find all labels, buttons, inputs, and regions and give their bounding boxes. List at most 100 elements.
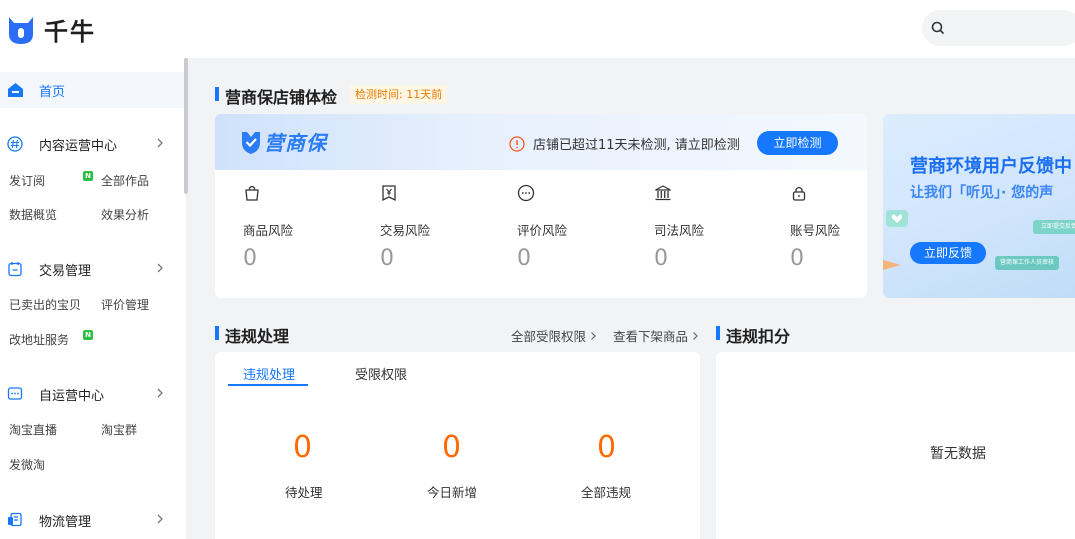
sidebar-group-label: 自运营中心	[39, 388, 105, 404]
warning-text: 店铺已超过11天未检测, 请立即检测	[533, 138, 740, 153]
new-badge: N	[83, 171, 93, 181]
feedback-promo-banner[interactable]: 营商环境用户反馈中 让我们「听见」· 您的声 立即反馈 立即提交反馈 营商保工作…	[883, 114, 1075, 298]
check-time-badge: 检测时间: 11天前	[350, 85, 448, 104]
chevron-right-icon	[591, 331, 596, 340]
sidebar-group-trade[interactable]: 交易管理	[0, 256, 184, 282]
stat-all-label: 全部违规	[581, 485, 632, 500]
sidebar-group-content[interactable]: 内容运营中心	[0, 131, 184, 157]
chevron-right-icon	[157, 514, 163, 524]
sidebar-item-home[interactable]: 首页	[0, 72, 184, 108]
link-label: 查看下架商品	[613, 329, 689, 344]
stat-today-label: 今日新增	[427, 485, 478, 500]
sidebar-item-effect-analysis[interactable]: 效果分析	[101, 206, 149, 223]
ysb-brand-logo: 营商保	[240, 127, 327, 156]
sidebar-item-reviews[interactable]: 评价管理	[101, 296, 149, 313]
shop-check-card: 营商保 店铺已超过11天未检测, 请立即检测 立即检测 商品风险 0 交易风险 …	[215, 114, 867, 298]
section-marker	[215, 326, 219, 340]
bull-logo-icon	[9, 16, 33, 44]
comment-icon	[517, 184, 535, 202]
risk-label: 评价风险	[517, 223, 568, 238]
sidebar-group-label: 内容运营中心	[39, 138, 118, 154]
chevron-right-icon	[693, 331, 698, 340]
link-label: 全部受限权限	[511, 329, 587, 344]
sidebar-group-self-ops[interactable]: 自运营中心	[0, 381, 184, 407]
check-now-button[interactable]: 立即检测	[757, 131, 838, 155]
deduction-card	[716, 352, 1075, 539]
hash-icon	[7, 136, 23, 152]
clipboard-icon	[8, 262, 22, 277]
top-header: 千牛	[0, 0, 1075, 58]
link-all-restricted[interactable]: 全部受限权限	[511, 326, 597, 345]
chevron-right-icon	[157, 138, 163, 148]
promo-tag: 营商保工作人员审核	[995, 256, 1059, 270]
risk-label: 交易风险	[380, 223, 431, 238]
stat-pending-label: 待处理	[285, 485, 323, 500]
risk-value: 0	[517, 246, 531, 271]
risk-label: 商品风险	[243, 223, 294, 238]
app-name: 千牛	[44, 18, 96, 46]
qianniu-logo[interactable]: 千牛	[6, 12, 96, 47]
chevron-right-icon	[157, 388, 163, 398]
chevron-right-icon	[157, 263, 163, 273]
sidebar-group-logistics[interactable]: 物流管理	[0, 507, 184, 533]
sidebar-item-weitao[interactable]: 发微淘	[9, 456, 45, 473]
risk-review[interactable]: 评价风险 0	[517, 184, 597, 271]
yen-receipt-icon	[382, 185, 396, 202]
section-marker	[215, 87, 219, 101]
heart-bubble-icon	[886, 210, 908, 227]
stat-today-value[interactable]: 0	[442, 430, 461, 465]
sidebar-group-label: 交易管理	[39, 263, 92, 279]
tab-restricted[interactable]: 受限权限	[355, 364, 407, 383]
sidebar-item-all-works[interactable]: 全部作品	[101, 172, 149, 189]
active-tab-indicator	[228, 384, 308, 386]
risk-label: 司法风险	[654, 223, 705, 238]
sidebar-scrollbar[interactable]	[184, 58, 188, 194]
risk-value: 0	[380, 246, 394, 271]
empty-state-text: 暂无数据	[930, 446, 986, 462]
promo-tag: 立即提交反馈	[1033, 220, 1075, 234]
risk-value: 0	[790, 246, 804, 271]
tab-violations[interactable]: 违规处理	[243, 364, 295, 383]
shop-check-title: 营商保店铺体检	[225, 88, 338, 107]
risk-value: 0	[654, 246, 668, 271]
risk-account[interactable]: 账号风险 0	[790, 184, 870, 271]
violations-title: 违规处理	[225, 327, 290, 346]
search-input[interactable]	[922, 10, 1075, 46]
truck-icon	[8, 512, 22, 527]
shop-check-banner: 营商保 店铺已超过11天未检测, 请立即检测 立即检测	[215, 114, 867, 170]
bag-icon	[245, 185, 259, 201]
risk-trade[interactable]: 交易风险 0	[380, 184, 460, 271]
triangle-deco-icon	[883, 260, 901, 270]
chat-icon	[7, 387, 23, 400]
promo-subtitle: 让我们「听见」· 您的声	[910, 185, 1054, 201]
deduction-title: 违规扣分	[726, 327, 791, 346]
alert-circle-icon	[509, 135, 525, 152]
home-icon	[8, 83, 23, 97]
sidebar-item-data-overview[interactable]: 数据概览	[9, 206, 57, 223]
new-badge: N	[83, 330, 93, 340]
sidebar-item-taobao-live[interactable]: 淘宝直播	[9, 421, 57, 438]
court-icon	[655, 185, 671, 201]
ysb-brand-name: 营商保	[264, 131, 327, 155]
sidebar-group-label: 物流管理	[39, 514, 92, 530]
sidebar-home-label: 首页	[39, 84, 66, 100]
check-warning: 店铺已超过11天未检测, 请立即检测	[509, 134, 740, 153]
risk-value: 0	[243, 246, 257, 271]
section-marker	[716, 326, 720, 340]
search-icon	[931, 21, 945, 35]
feedback-now-button[interactable]: 立即反馈	[910, 242, 986, 264]
link-removed-items[interactable]: 查看下架商品	[613, 326, 699, 345]
sidebar-item-taobao-group[interactable]: 淘宝群	[101, 421, 137, 438]
lock-icon	[792, 186, 806, 201]
risk-product[interactable]: 商品风险 0	[243, 184, 323, 271]
promo-title: 营商环境用户反馈中	[910, 156, 1072, 177]
sidebar-item-address-service[interactable]: 改地址服务	[9, 331, 69, 348]
risk-label: 账号风险	[790, 223, 841, 238]
stat-pending-value[interactable]: 0	[293, 430, 312, 465]
risk-judicial[interactable]: 司法风险 0	[654, 184, 734, 271]
shield-check-icon	[242, 131, 260, 154]
sidebar-item-subscribe[interactable]: 发订阅	[9, 172, 45, 189]
stat-all-value[interactable]: 0	[597, 430, 616, 465]
sidebar: 首页 内容运营中心 发订阅 N 全部作品 数据概览 效果分析 交易管理 已卖出的…	[0, 58, 186, 539]
sidebar-item-sold[interactable]: 已卖出的宝贝	[9, 296, 81, 313]
